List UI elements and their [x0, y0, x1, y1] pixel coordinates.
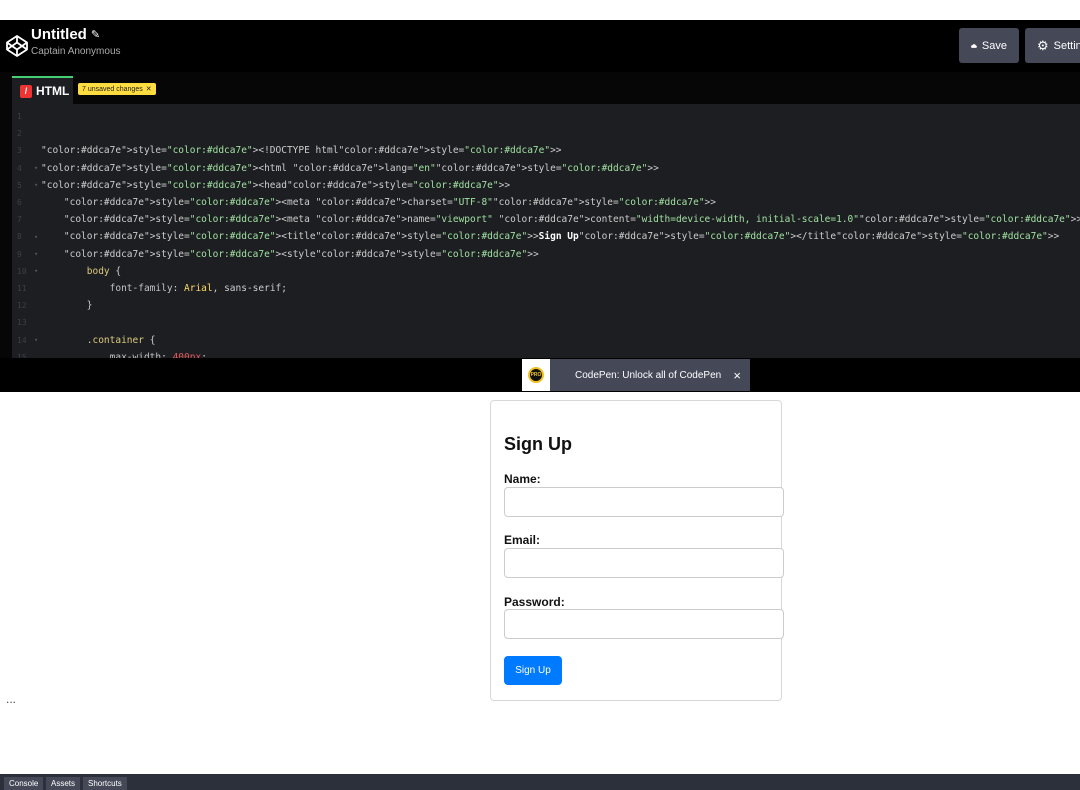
code-line[interactable]: 5 ▾ "color:#ddca7e">style="color:#ddca7e">… [12, 177, 1080, 194]
email-label: Email: [504, 533, 541, 547]
codepen-logo-icon[interactable] [5, 34, 29, 58]
code-text: "color:#ddca7e">style="color:#ddca7e"><t… [63, 231, 1060, 243]
header-bar: Untitled ✎ Captain Anonymous Save ⚙ Sett… [0, 20, 1080, 72]
unsaved-changes-badge[interactable]: 7 unsaved changes ✕ [78, 83, 156, 95]
line-number: 2 [17, 129, 22, 139]
author-name[interactable]: Captain Anonymous [31, 46, 121, 57]
editor-tab-bar: / HTML 7 unsaved changes ✕ [12, 72, 1080, 104]
line-number: 7 [17, 215, 22, 225]
code-line[interactable]: 12 } [12, 297, 1080, 314]
code-line[interactable]: 8 ▾ "color:#ddca7e">style="color:#ddca7e"… [12, 228, 1080, 245]
pro-badge-icon: PRO [528, 367, 544, 383]
line-number: 13 [17, 318, 27, 328]
promo-text[interactable]: CodePen: Unlock all of CodePen [575, 370, 733, 381]
cloud-icon [971, 43, 977, 48]
bottom-ad-bar: PRO CodePen: Unlock all of CodePen × [0, 358, 1080, 392]
unsaved-changes-label: 7 unsaved changes [82, 85, 143, 93]
code-line[interactable]: 14 ▾ .container { [12, 332, 1080, 349]
signup-button[interactable]: Sign Up [504, 656, 562, 685]
code-line[interactable]: 9 ▾ "color:#ddca7e">style="color:#ddca7e"… [12, 246, 1080, 263]
console-button[interactable]: Console [4, 777, 44, 790]
signup-card: Sign Up Name: Email: Password: Sign Up [490, 400, 784, 701]
code-text: body { [86, 265, 122, 277]
code-line[interactable]: 6 "color:#ddca7e">style="color:#ddca7e">… [12, 194, 1080, 211]
code-text: "color:#ddca7e">style="color:#ddca7e"><s… [63, 248, 539, 260]
password-label: Password: [504, 595, 565, 609]
pen-title[interactable]: Untitled [31, 26, 87, 43]
code-line[interactable]: 10 ▾ body { [12, 263, 1080, 280]
line-number: 6 [17, 198, 22, 207]
password-input[interactable] [504, 609, 784, 639]
shortcuts-button[interactable]: Shortcuts [83, 777, 127, 790]
name-label: Name: [504, 472, 541, 486]
email-input[interactable] [504, 548, 784, 578]
html-editor-panel: / HTML 7 unsaved changes ✕ 1 2 3 "color:#dd… [0, 72, 1080, 358]
code-line[interactable]: 7 "color:#ddca7e">style="color:#ddca7e">… [12, 211, 1080, 228]
code-line[interactable]: 15 max-width: 400px; [12, 349, 1080, 358]
line-number: 12 [17, 301, 27, 311]
save-label: Save [981, 39, 1007, 52]
code-text: "color:#ddca7e">style="color:#ddca7e"><m… [63, 214, 1080, 226]
tab-html-label: HTML [36, 84, 70, 98]
promo-banner[interactable]: PRO CodePen: Unlock all of CodePen × [522, 359, 750, 391]
fold-arrow-icon[interactable]: ▾ [34, 250, 38, 258]
code-line[interactable]: 11 font-family: Arial, sans-serif; [12, 280, 1080, 297]
settings-button[interactable]: ⚙ Settings [1025, 28, 1080, 63]
fold-arrow-icon[interactable]: ▾ [34, 267, 38, 275]
tab-html[interactable]: / HTML [12, 76, 73, 104]
close-icon[interactable]: ✕ [146, 85, 152, 93]
gear-icon: ⚙ [1037, 37, 1049, 53]
edit-pencil-icon[interactable]: ✎ [91, 28, 100, 41]
assets-button[interactable]: Assets [46, 777, 81, 790]
line-number: 1 [17, 112, 22, 121]
code-text: "color:#ddca7e">style="color:#ddca7e"><h… [41, 179, 511, 191]
html-tab-icon: / [20, 84, 32, 98]
code-text: "color:#ddca7e">style="color:#ddca7e"><m… [63, 197, 716, 208]
settings-label: Settings [1053, 39, 1080, 52]
code-text: "color:#ddca7e">style="color:#ddca7e"><!… [41, 145, 562, 157]
truncated-indicator: ... [6, 692, 17, 706]
fold-arrow-icon[interactable]: ▾ [34, 181, 38, 189]
code-line[interactable]: 4 ▾ "color:#ddca7e">style="color:#ddca7e">… [12, 160, 1080, 177]
code-line[interactable]: 1 [12, 108, 1080, 125]
promo-image: PRO [522, 359, 550, 391]
fold-arrow-icon[interactable]: ▾ [34, 164, 38, 172]
code-text: font-family: Arial, sans-serif; [109, 283, 287, 294]
line-number: 3 [17, 146, 22, 156]
pen-title-block: Untitled ✎ Captain Anonymous [31, 26, 121, 57]
code-text: } [41, 300, 93, 312]
save-button[interactable]: Save [959, 28, 1019, 63]
code-line[interactable]: 13 [12, 314, 1080, 331]
code-line[interactable]: 2 [12, 125, 1080, 142]
code-text: .container { [86, 334, 156, 346]
code-line[interactable]: 3 "color:#ddca7e">style="color:#ddca7e"><… [12, 142, 1080, 159]
editor-left-strip [0, 72, 12, 358]
signup-heading: Sign Up [504, 434, 572, 454]
line-number: 11 [17, 284, 27, 293]
name-input[interactable] [504, 487, 784, 517]
footer-bar: Console Assets Shortcuts [0, 774, 1080, 790]
code-area[interactable]: 1 2 3 "color:#ddca7e">style="color:#ddca7e"… [12, 104, 1080, 358]
close-icon[interactable]: × [733, 368, 741, 383]
fold-arrow-icon[interactable]: ▾ [34, 233, 38, 241]
fold-arrow-icon[interactable]: ▾ [34, 336, 38, 344]
code-text: "color:#ddca7e">style="color:#ddca7e"><h… [41, 162, 659, 174]
